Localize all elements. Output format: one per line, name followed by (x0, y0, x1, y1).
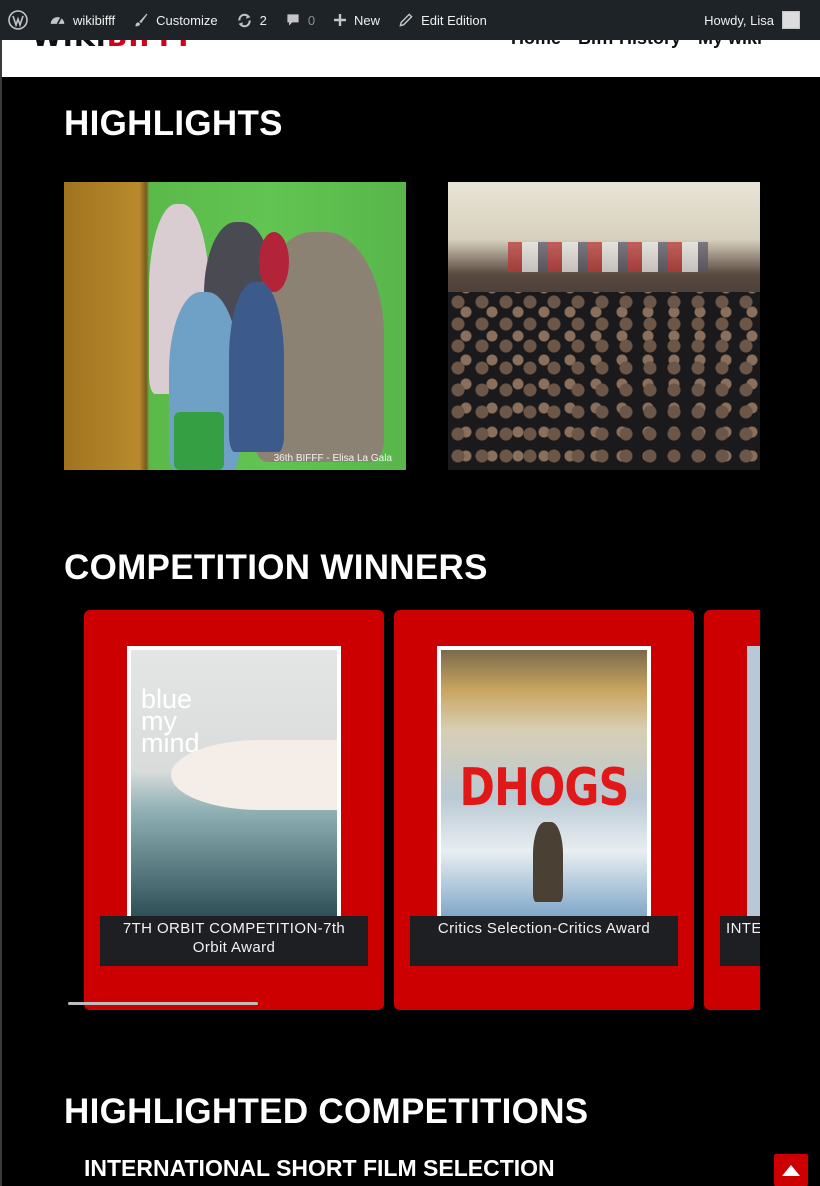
comments-link[interactable]: 0 (276, 0, 324, 40)
competition-winners-title: COMPETITION WINNERS (64, 548, 488, 587)
wordpress-icon (8, 10, 28, 30)
photo-crowd-heads (448, 292, 760, 470)
highlighted-competitions-title: HIGHLIGHTED COMPETITIONS (64, 1092, 589, 1131)
winner-card[interactable]: blue my mind 7TH ORBIT COMPETITION-7th O… (84, 610, 384, 1010)
winner-poster (747, 646, 760, 918)
photo-figure (229, 282, 284, 452)
comments-count: 0 (307, 12, 316, 28)
new-label: New (354, 12, 381, 28)
site-name-label: wikibifff (73, 12, 116, 28)
edit-label: Edit Edition (421, 12, 487, 28)
customize-label: Customize (156, 12, 218, 28)
winner-label: Critics Selection-Critics Award (410, 916, 678, 966)
poster-face-shape (171, 740, 337, 810)
pencil-icon (399, 13, 413, 27)
winners-carousel[interactable]: blue my mind 7TH ORBIT COMPETITION-7th O… (64, 604, 760, 1016)
photo-credit: 36th BIFFF - Elisa La Gala (273, 453, 392, 464)
winner-card[interactable]: DHOGS Critics Selection-Critics Award (394, 610, 694, 1010)
account-menu[interactable]: Howdy, Lisa (695, 0, 820, 40)
updates-icon (237, 13, 251, 27)
customize-link[interactable]: Customize (124, 0, 226, 40)
howdy-label: Howdy, Lisa (704, 12, 774, 28)
updates-count: 2 (259, 12, 267, 28)
poster-title: DHOGS (459, 758, 630, 818)
edit-link[interactable]: Edit Edition (389, 0, 496, 40)
carousel-scrollbar[interactable] (68, 1002, 258, 1005)
avatar (782, 11, 800, 29)
highlight-photo-family[interactable]: 36th BIFFF - Elisa La Gala (64, 182, 406, 470)
winner-label: 7TH ORBIT COMPETITION-7th Orbit Award (100, 916, 368, 966)
site-name-link[interactable]: wikibifff (40, 0, 124, 40)
paintbrush-icon (135, 13, 148, 27)
winner-poster: DHOGS (437, 646, 651, 918)
plus-icon (334, 14, 347, 26)
photo-wall-posters (508, 242, 708, 272)
photo-figure (174, 412, 224, 470)
highlights-title: HIGHLIGHTS (64, 104, 283, 143)
highlight-photo-crowd[interactable] (448, 182, 760, 470)
winner-label: INTERNATIONAL (720, 916, 760, 966)
new-content-link[interactable]: New (324, 0, 389, 40)
comment-icon (287, 14, 299, 26)
back-to-top-button[interactable] (774, 1154, 808, 1186)
arrow-up-icon (782, 1165, 800, 1176)
wordpress-logo-button[interactable] (0, 0, 40, 40)
competition-name[interactable]: INTERNATIONAL SHORT FILM SELECTION (84, 1155, 555, 1182)
winner-card[interactable]: INTERNATIONAL (704, 610, 760, 1010)
admin-bar: wikibifff Customize 2 0 New Edit Edition… (0, 0, 820, 40)
updates-link[interactable]: 2 (227, 0, 276, 40)
winner-poster: blue my mind (127, 646, 341, 918)
poster-figure-shape (533, 822, 563, 902)
dashboard-icon (50, 16, 65, 24)
page-border (0, 40, 2, 1186)
